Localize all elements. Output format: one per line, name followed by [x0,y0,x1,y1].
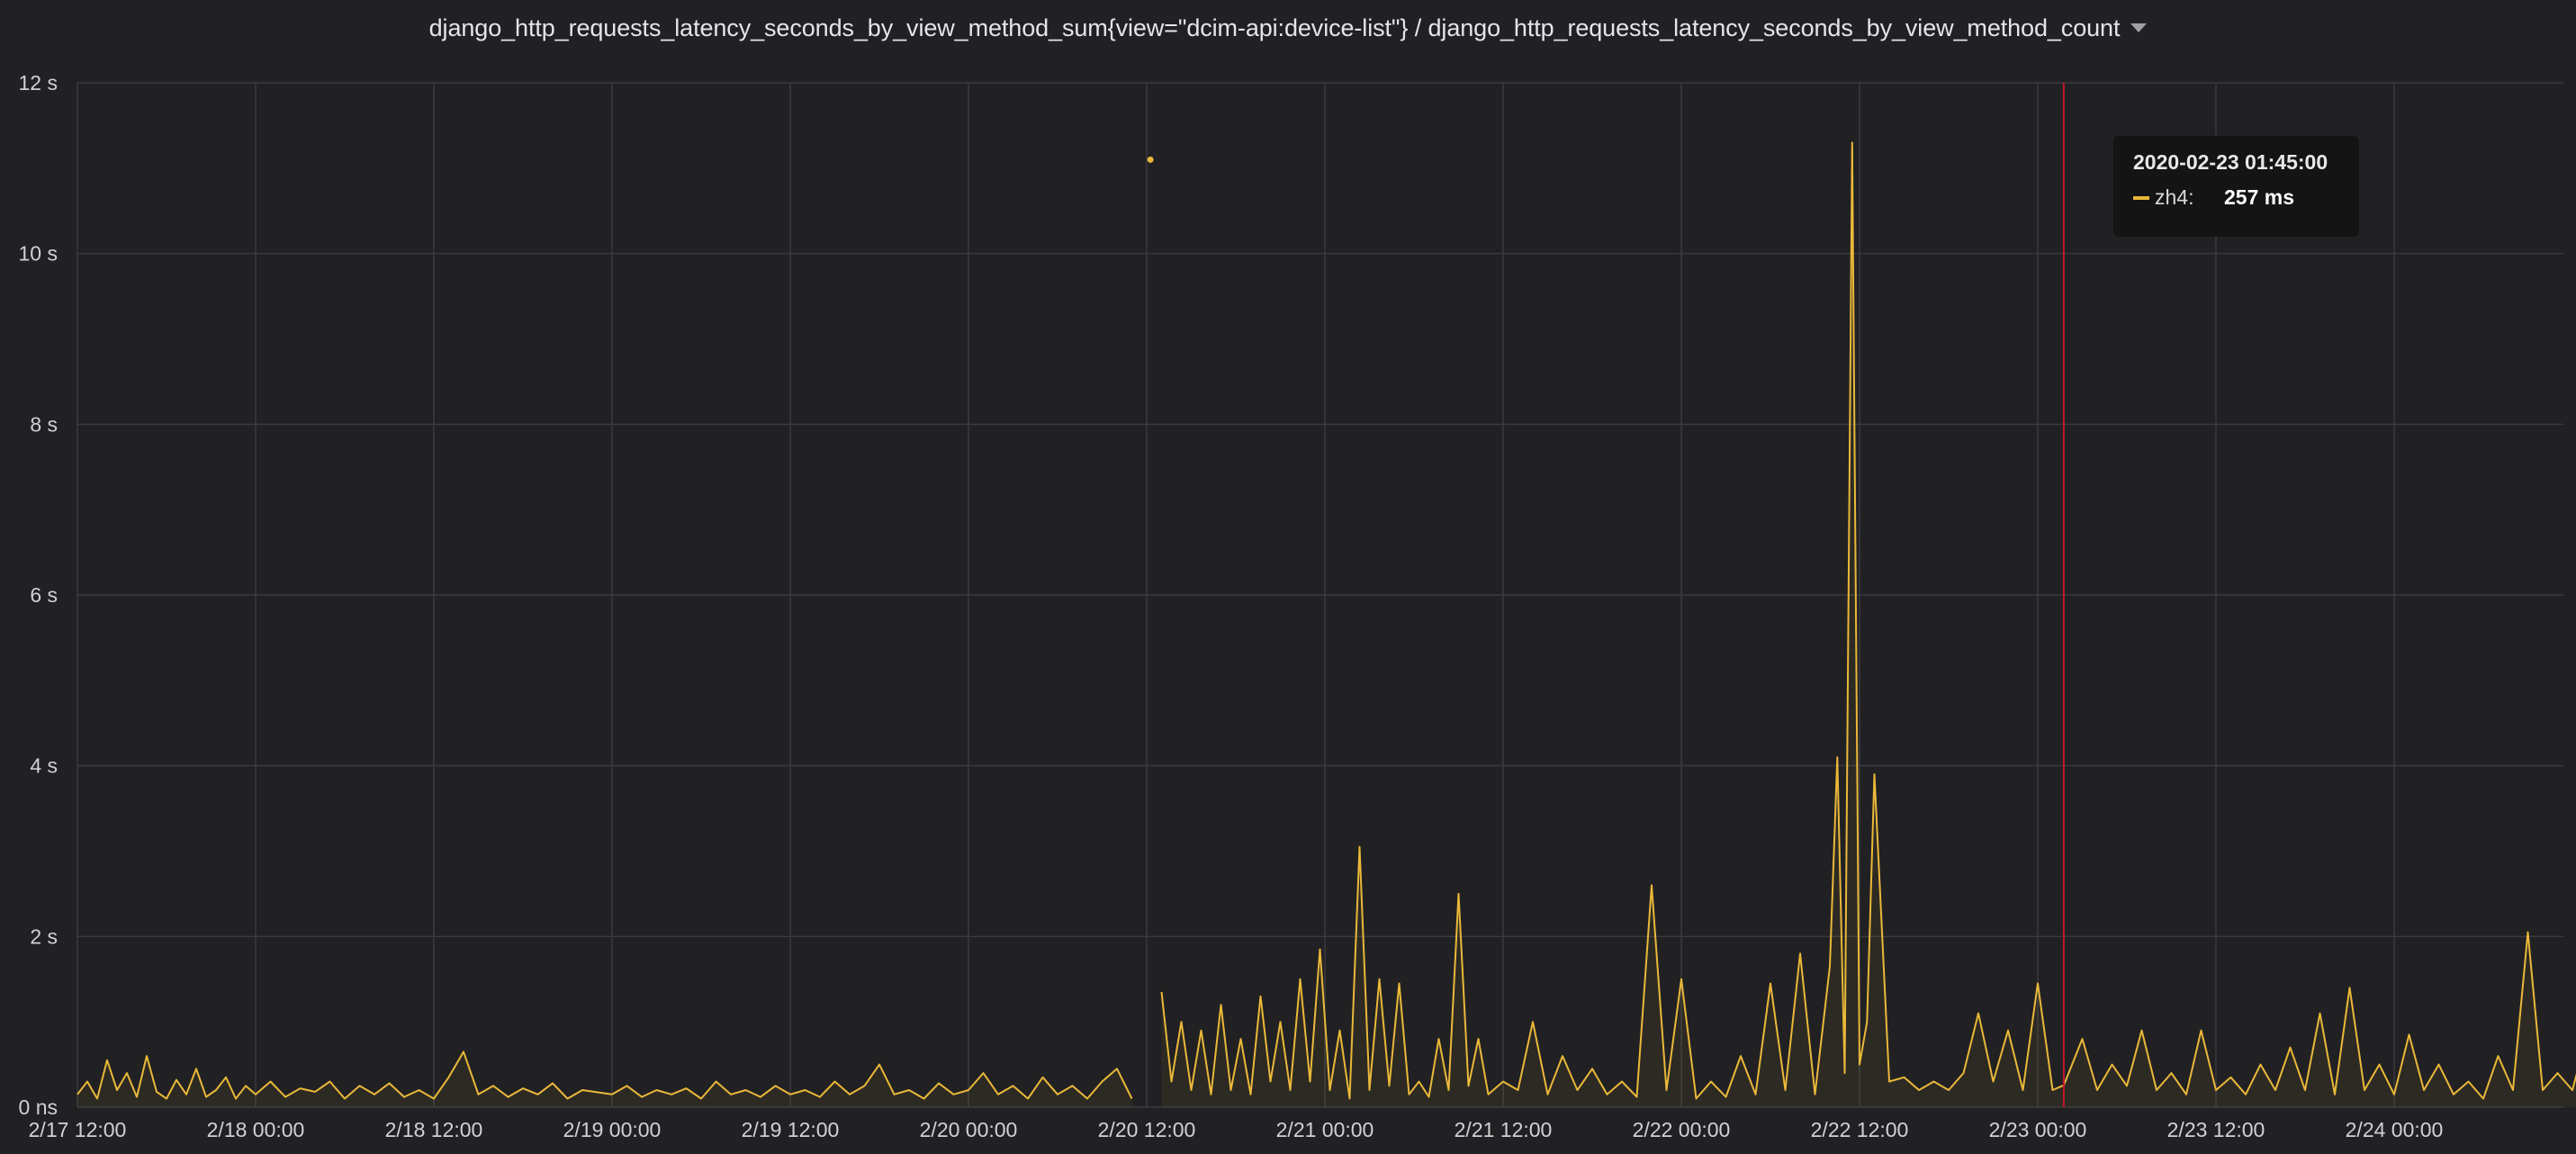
y-tick-label: 8 s [30,412,58,436]
x-tick-label: 2/20 00:00 [920,1118,1018,1141]
y-axis: 0 ns 2 s 4 s 6 s 8 s 10 s 12 s [19,71,58,1119]
series-point [1147,156,1154,163]
tooltip-value: 257 ms [2224,185,2295,209]
x-tick-label: 2/19 12:00 [742,1118,840,1141]
x-tick-label: 2/18 00:00 [207,1118,305,1141]
tooltip-row: zh4: 257 ms [2133,185,2339,210]
tooltip-time: 2020-02-23 01:45:00 [2133,150,2328,174]
y-tick-label: 2 s [30,924,58,948]
tooltip-series-name: zh4: [2155,185,2194,209]
y-tick-label: 10 s [19,242,58,266]
x-tick-label: 2/21 00:00 [1276,1118,1374,1141]
y-tick-label: 0 ns [19,1095,58,1119]
y-tick-label: 6 s [30,583,58,607]
x-tick-label: 2/24 00:00 [2346,1118,2444,1141]
x-tick-label: 2/23 12:00 [2167,1118,2265,1141]
x-tick-label: 2/17 12:00 [29,1118,127,1141]
y-tick-label: 4 s [30,754,58,778]
x-tick-label: 2/22 00:00 [1633,1118,1731,1141]
series-line [1160,141,2576,1100]
series-zh4 [77,141,2576,1107]
x-tick-label: 2/19 00:00 [563,1118,662,1141]
x-tick-label: 2/20 12:00 [1098,1118,1196,1141]
x-axis: 2/17 12:00 2/18 00:00 2/18 12:00 2/19 00:00… [29,1118,2444,1141]
x-tick-label: 2/22 12:00 [1811,1118,1909,1141]
tooltip: 2020-02-23 01:45:00 zh4: 257 ms [2113,136,2359,237]
x-tick-label: 2/21 12:00 [1455,1118,1553,1141]
series-color-swatch [2133,195,2149,200]
x-tick-label: 2/18 12:00 [385,1118,483,1141]
x-tick-label: 2/23 00:00 [1989,1118,2087,1141]
y-tick-label: 12 s [19,71,58,95]
